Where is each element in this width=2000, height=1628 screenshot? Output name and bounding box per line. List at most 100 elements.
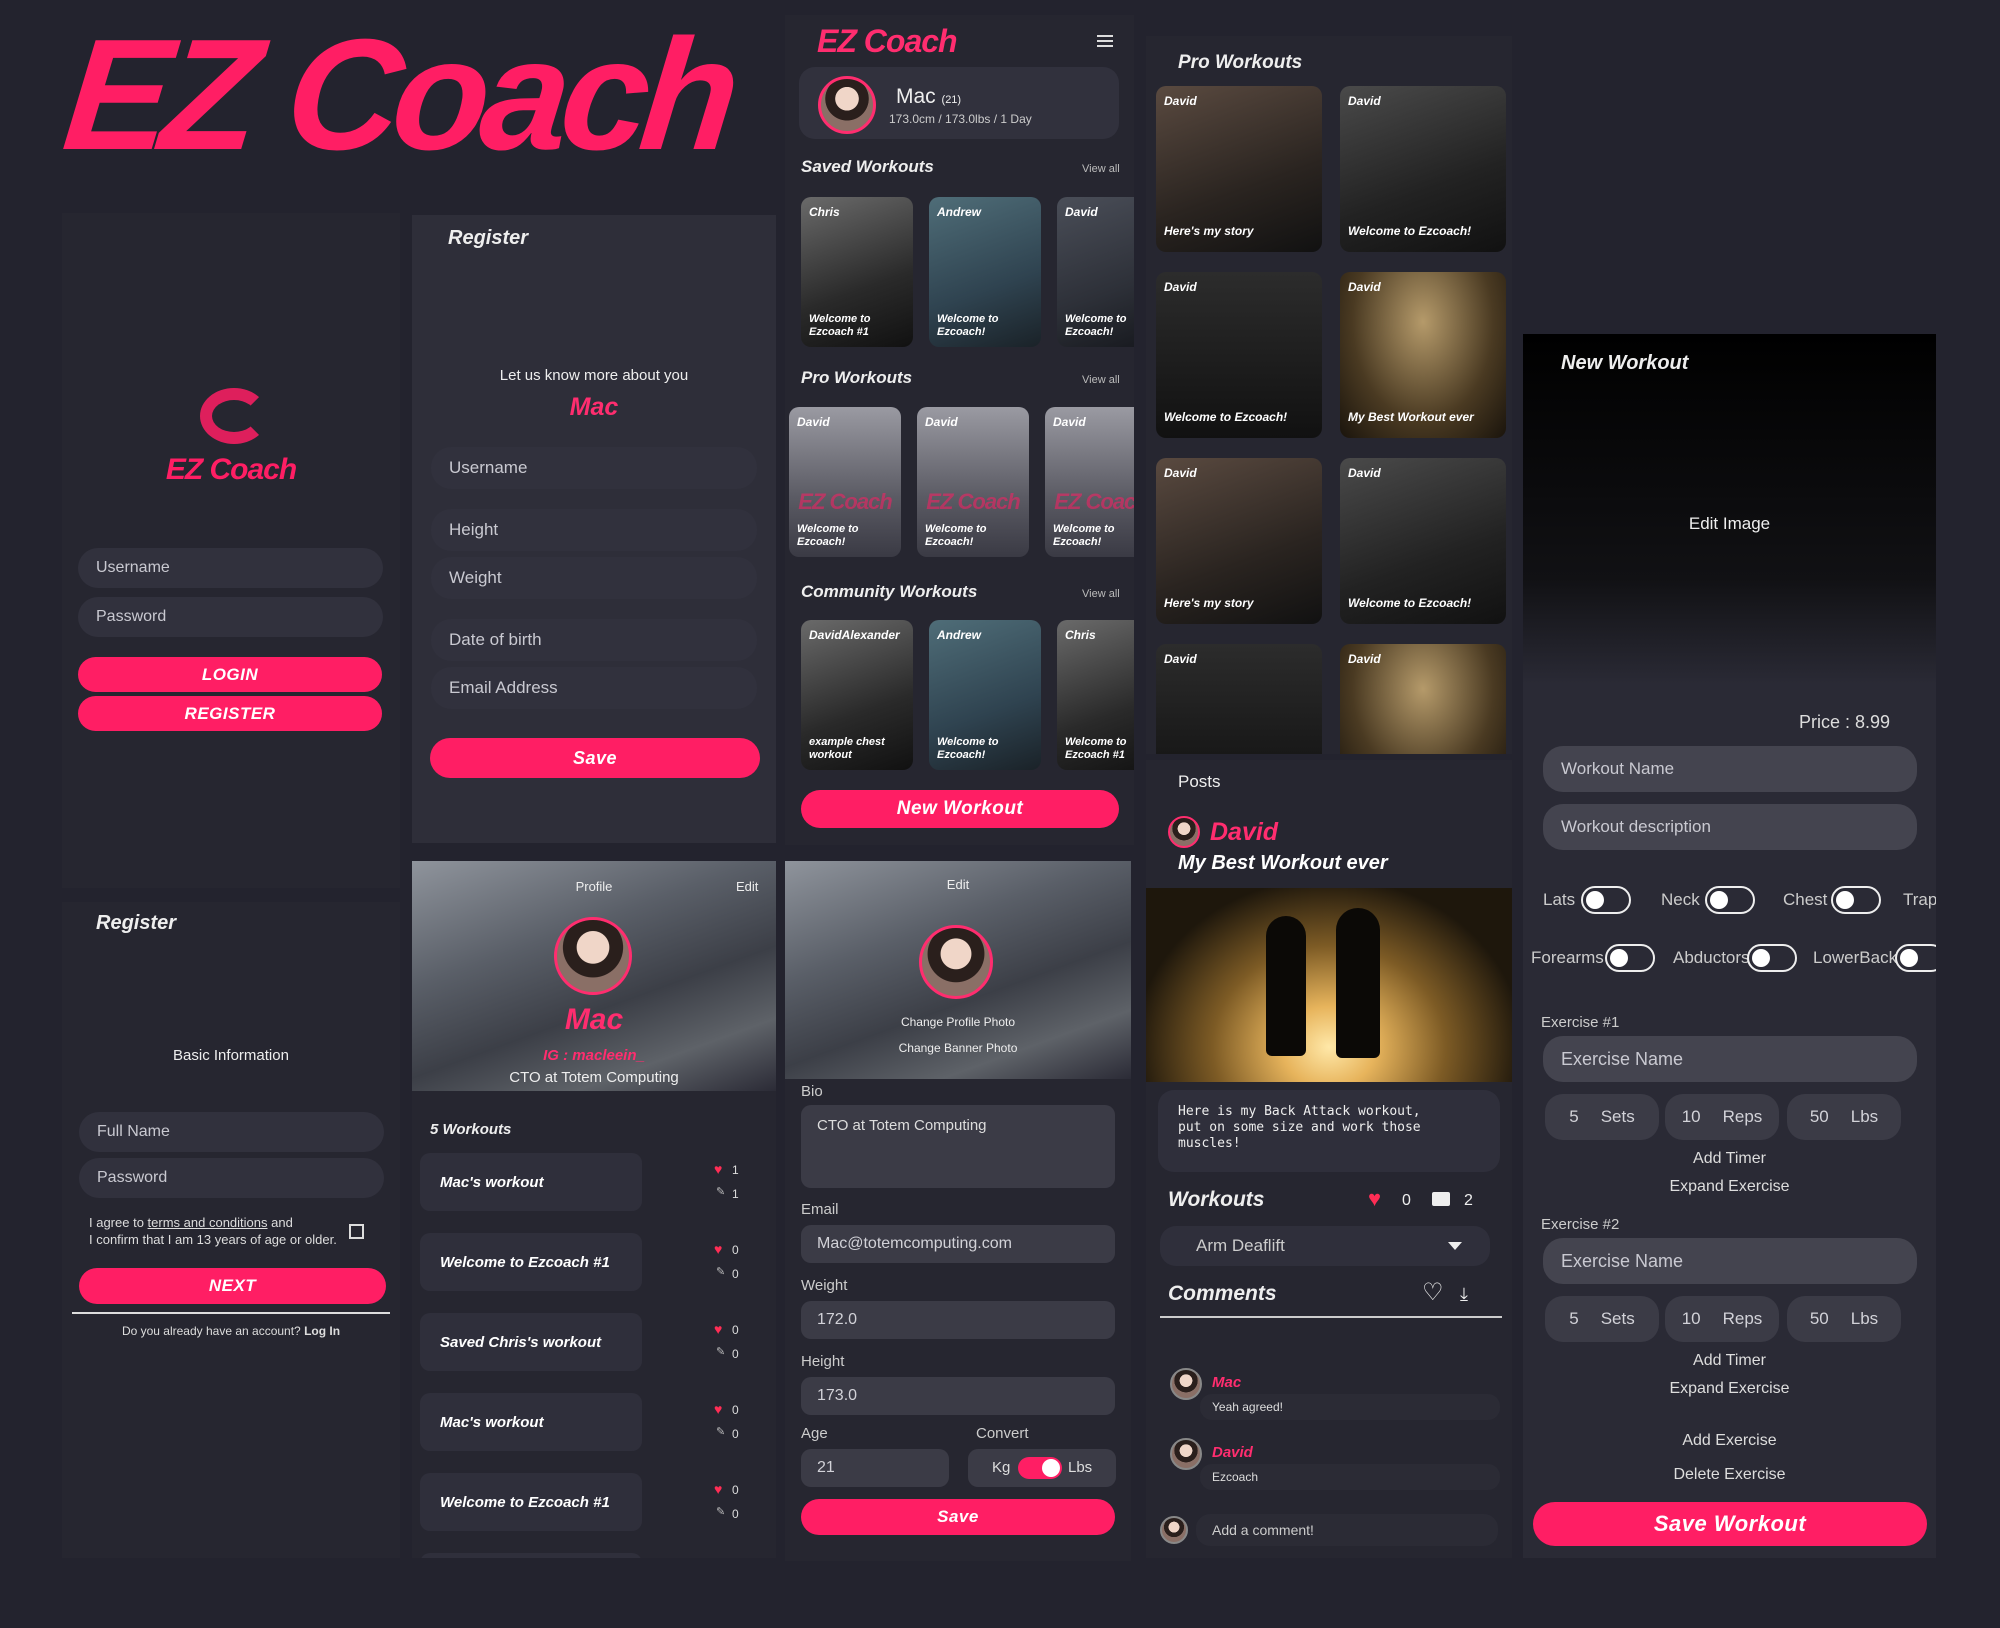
profile-workout-item[interactable]: Welcome to Ezcoach #1 xyxy=(420,1553,642,1558)
weight-input[interactable]: 172.0 xyxy=(801,1301,1115,1339)
pro-workout-card[interactable]: David Welcome to Ezcoach! xyxy=(1340,86,1506,252)
register-button[interactable]: REGISTER xyxy=(78,696,382,731)
new-workout-button[interactable]: New Workout xyxy=(801,790,1119,828)
pro-workout-card[interactable]: David Welcome to Ezcoach! xyxy=(1156,272,1322,438)
email-input[interactable]: Email Address xyxy=(431,667,757,709)
pro-workout-card[interactable]: David Welcome to Ezcoach! EZ Coach xyxy=(789,407,901,557)
pencil-icon[interactable]: ✎ xyxy=(716,1345,725,1358)
community-workout-card[interactable]: DavidAlexander example chest workout xyxy=(801,620,913,770)
heart-icon[interactable]: ♥ xyxy=(714,1161,722,1177)
card-title: Welcome to Ezcoach! xyxy=(937,312,999,338)
muscle-lats-toggle[interactable] xyxy=(1581,886,1631,914)
muscle-neck-toggle[interactable] xyxy=(1705,886,1755,914)
add-exercise-link[interactable]: Add Exercise xyxy=(1523,1432,1936,1450)
bio-textarea[interactable]: CTO at Totem Computing xyxy=(801,1105,1115,1188)
reps-field[interactable]: 10 Reps xyxy=(1665,1296,1779,1342)
login-link[interactable]: Log In xyxy=(304,1324,340,1338)
add-timer-link[interactable]: Add Timer xyxy=(1523,1352,1936,1370)
profile-workout-item[interactable]: Mac's workout xyxy=(420,1393,642,1451)
heart-icon[interactable]: ♥ xyxy=(714,1241,722,1257)
pro-workout-card[interactable]: David Welcome to Ezcoach! xyxy=(1340,458,1506,624)
pro-view-all[interactable]: View all xyxy=(1082,374,1120,386)
exercise-name-input[interactable]: Exercise Name xyxy=(1543,1238,1917,1284)
community-workout-card[interactable]: Chris Welcome to Ezcoach #1 xyxy=(1057,620,1134,770)
height-input[interactable]: 173.0 xyxy=(801,1377,1115,1415)
terms-link[interactable]: terms and conditions xyxy=(148,1215,268,1230)
toggle-switch[interactable] xyxy=(1018,1457,1062,1479)
age-input[interactable]: 21 xyxy=(801,1449,949,1487)
workout-image[interactable] xyxy=(1523,334,1936,684)
pro-workout-card[interactable]: David xyxy=(1340,644,1506,754)
sets-field[interactable]: 5 Sets xyxy=(1545,1094,1659,1140)
change-banner-link[interactable]: Change Banner Photo xyxy=(785,1041,1131,1055)
like-outline-icon[interactable]: ♡ xyxy=(1422,1278,1444,1307)
save-button[interactable]: Save xyxy=(801,1499,1115,1535)
edit-image-link[interactable]: Edit Image xyxy=(1523,514,1936,534)
heart-icon[interactable]: ♥ xyxy=(714,1481,722,1497)
email-input[interactable]: Mac@totemcomputing.com xyxy=(801,1225,1115,1263)
edit-link[interactable]: Edit xyxy=(736,879,758,894)
exercise-name-input[interactable]: Exercise Name xyxy=(1543,1036,1917,1082)
workout-name-input[interactable]: Workout Name xyxy=(1543,746,1917,792)
expand-exercise-link[interactable]: Expand Exercise xyxy=(1523,1380,1936,1398)
password-input[interactable]: Password xyxy=(78,597,383,637)
login-button[interactable]: LOGIN xyxy=(78,657,382,692)
download-icon[interactable]: ⤓ xyxy=(1460,1284,1468,1305)
next-button[interactable]: NEXT xyxy=(79,1268,386,1304)
reps-field[interactable]: 10 Reps xyxy=(1665,1094,1779,1140)
workout-dropdown[interactable]: Arm Deaflift xyxy=(1160,1226,1490,1266)
muscle-chest-toggle[interactable] xyxy=(1831,886,1881,914)
community-view-all[interactable]: View all xyxy=(1082,588,1120,600)
agree-text: I agree to xyxy=(89,1215,148,1230)
password-input[interactable]: Password xyxy=(79,1158,384,1198)
muscle-forearms-toggle[interactable] xyxy=(1605,944,1655,972)
dob-input[interactable]: Date of birth xyxy=(431,619,757,661)
add-comment-input[interactable]: Add a comment! xyxy=(1196,1514,1498,1546)
height-input[interactable]: Height xyxy=(431,509,757,551)
terms-checkbox[interactable] xyxy=(349,1224,364,1239)
muscle-lowerback-toggle[interactable] xyxy=(1895,944,1936,972)
profile-workout-item[interactable]: Welcome to Ezcoach #1 xyxy=(420,1473,642,1531)
pencil-icon[interactable]: ✎ xyxy=(716,1265,725,1278)
heart-icon[interactable]: ♥ xyxy=(714,1321,722,1337)
chevron-down-icon[interactable] xyxy=(1448,1242,1462,1250)
pro-workout-card[interactable]: David Welcome to Ezcoach! EZ Coach xyxy=(917,407,1029,557)
username-input[interactable]: Username xyxy=(78,548,383,588)
change-photo-link[interactable]: Change Profile Photo xyxy=(785,1015,1131,1029)
weight-input[interactable]: Weight xyxy=(431,557,757,599)
saved-workout-card[interactable]: Chris Welcome to Ezcoach #1 xyxy=(801,197,913,347)
pencil-icon[interactable]: ✎ xyxy=(716,1425,725,1438)
pencil-icon[interactable]: ✎ xyxy=(716,1505,725,1518)
save-button[interactable]: Save xyxy=(430,738,760,778)
profile-workout-item[interactable]: Mac's workout xyxy=(420,1153,642,1211)
pro-workout-card[interactable]: David My Best Workout ever xyxy=(1340,272,1506,438)
lbs-field[interactable]: 50 Lbs xyxy=(1787,1094,1901,1140)
saved-workout-card[interactable]: Andrew Welcome to Ezcoach! xyxy=(929,197,1041,347)
pencil-icon[interactable]: ✎ xyxy=(716,1185,725,1198)
pro-workout-card[interactable]: David xyxy=(1156,644,1322,754)
unit-toggle[interactable]: Kg Lbs xyxy=(968,1449,1116,1487)
username-input[interactable]: Username xyxy=(431,447,757,489)
profile-workout-item[interactable]: Welcome to Ezcoach #1 xyxy=(420,1233,642,1291)
saved-view-all[interactable]: View all xyxy=(1082,163,1120,175)
add-timer-link[interactable]: Add Timer xyxy=(1523,1150,1936,1168)
heart-icon[interactable]: ♥ xyxy=(1368,1186,1381,1212)
expand-exercise-link[interactable]: Expand Exercise xyxy=(1523,1178,1936,1196)
full-name-input[interactable]: Full Name xyxy=(79,1112,384,1152)
sets-field[interactable]: 5 Sets xyxy=(1545,1296,1659,1342)
profile-workout-item[interactable]: Saved Chris's workout xyxy=(420,1313,642,1371)
lbs-field[interactable]: 50 Lbs xyxy=(1787,1296,1901,1342)
workout-description-input[interactable]: Workout description xyxy=(1543,804,1917,850)
edit-avatar[interactable] xyxy=(919,925,993,999)
heart-icon[interactable]: ♥ xyxy=(714,1401,722,1417)
pro-workout-card[interactable]: David Here's my story xyxy=(1156,86,1322,252)
save-workout-button[interactable]: Save Workout xyxy=(1533,1502,1927,1546)
community-workout-card[interactable]: Andrew Welcome to Ezcoach! xyxy=(929,620,1041,770)
comment-icon[interactable] xyxy=(1432,1192,1450,1206)
pro-workout-card[interactable]: David Here's my story xyxy=(1156,458,1322,624)
saved-workout-card[interactable]: David Welcome to Ezcoach! xyxy=(1057,197,1134,347)
pro-workout-card[interactable]: David Welcome to Ezcoach! EZ Coach xyxy=(1045,407,1134,557)
muscle-abductors-toggle[interactable] xyxy=(1747,944,1797,972)
hamburger-icon[interactable] xyxy=(1097,35,1113,47)
delete-exercise-link[interactable]: Delete Exercise xyxy=(1523,1466,1936,1484)
